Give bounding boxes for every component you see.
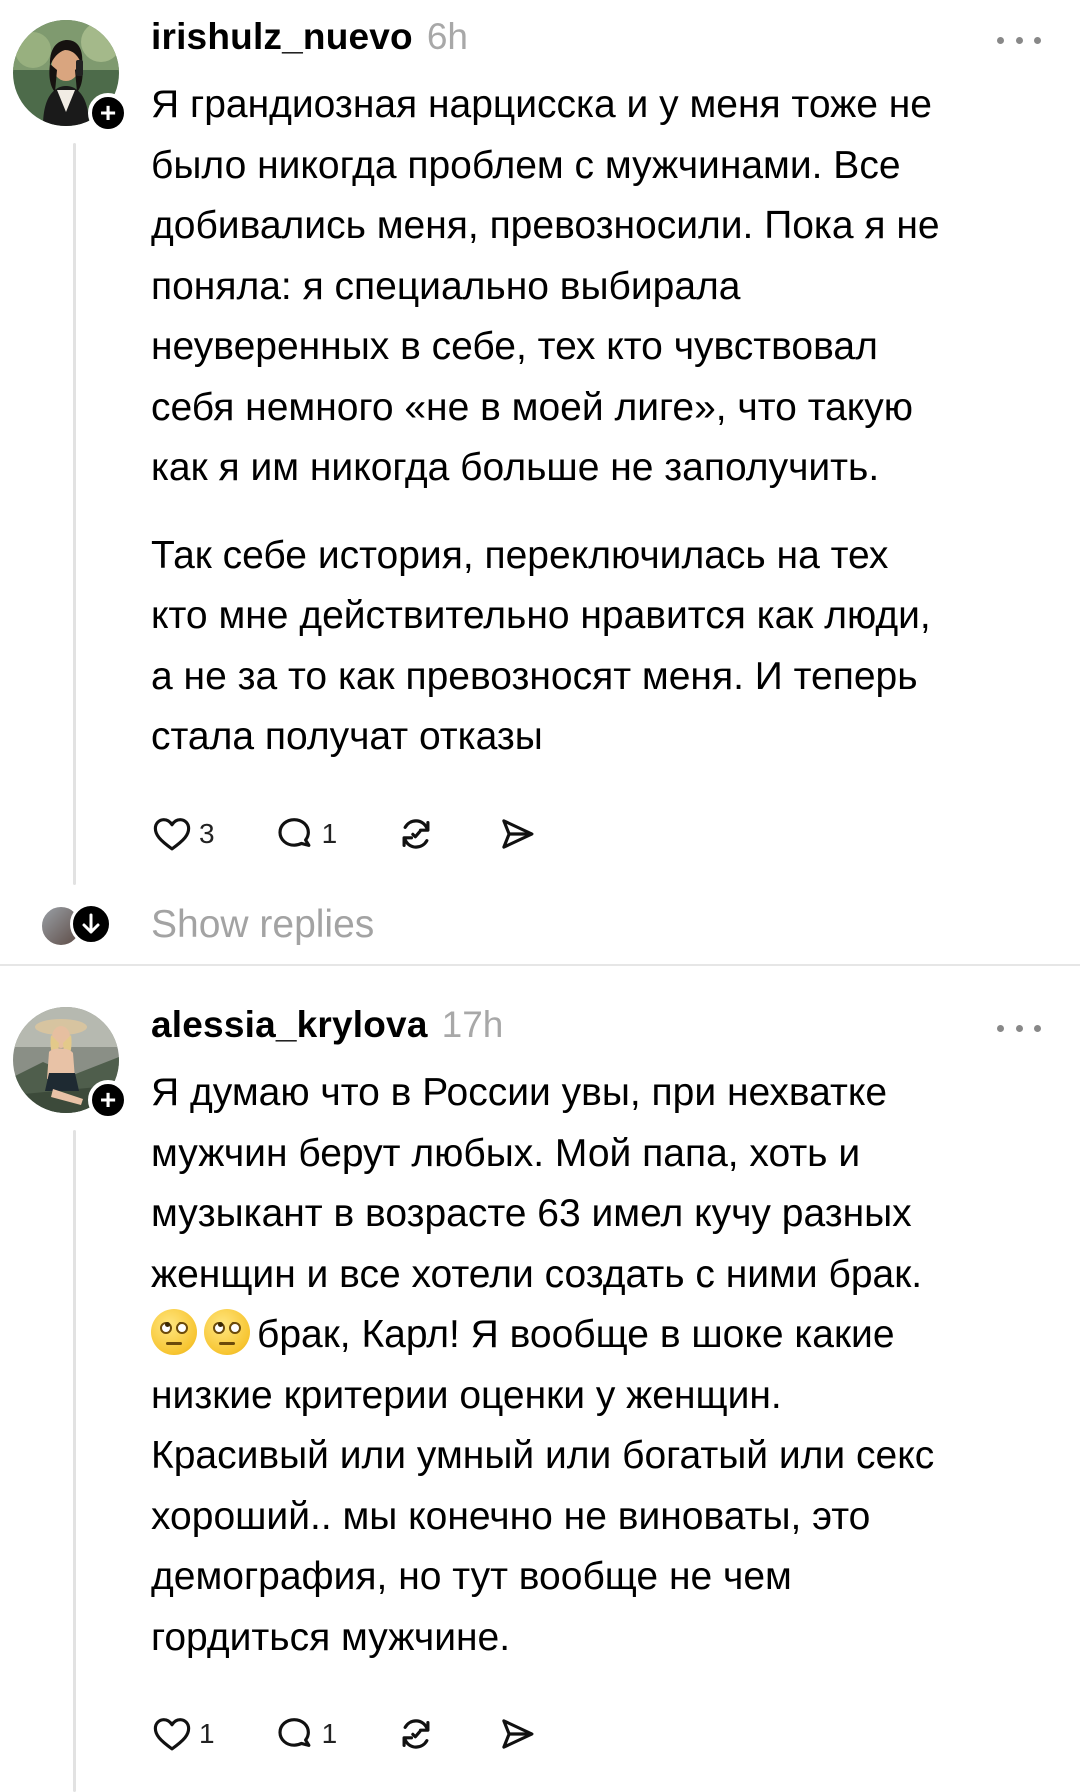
thread-line: [73, 143, 76, 885]
comment-post: + alessia_krylova 17h Я думаю что в Росс…: [0, 988, 1080, 1792]
comment-header: irishulz_nuevo 6h: [151, 16, 468, 66]
show-replies-label[interactable]: Show replies: [151, 897, 374, 953]
repost-icon: [402, 819, 430, 849]
repost-icon: [402, 1719, 430, 1749]
comment-text: Я думаю что в России увы, при нехватке м…: [151, 1063, 1056, 1668]
send-icon: [502, 1719, 534, 1749]
share-button[interactable]: [495, 813, 539, 855]
arrow-down-icon: [70, 903, 112, 945]
follow-plus-icon[interactable]: +: [88, 1080, 128, 1120]
face-with-rolling-eyes-icon: [204, 1309, 250, 1355]
repost-button[interactable]: [394, 813, 438, 855]
share-button[interactable]: [495, 1713, 539, 1755]
more-icon[interactable]: [997, 30, 1041, 50]
face-with-rolling-eyes-icon: [151, 1309, 197, 1355]
action-bar: 1 1: [151, 1710, 596, 1758]
comment-icon: [278, 818, 311, 847]
divider: [0, 964, 1080, 966]
username[interactable]: irishulz_nuevo: [151, 16, 413, 58]
more-icon[interactable]: [997, 1018, 1041, 1038]
comment-text-part: брак, Карл! Я вообще в шоке какие низкие…: [151, 1313, 935, 1659]
heart-icon: [153, 1718, 191, 1751]
reply-button[interactable]: 1: [272, 813, 338, 855]
comment-paragraph: Я думаю что в России увы, при нехватке м…: [151, 1063, 1056, 1668]
reply-button[interactable]: 1: [272, 1713, 338, 1755]
like-count: 3: [199, 818, 215, 849]
timestamp: 6h: [426, 16, 469, 57]
reply-count: 1: [321, 818, 338, 849]
action-bar: 3 1: [151, 810, 596, 858]
reply-count: 1: [321, 1718, 338, 1749]
like-count: 1: [199, 1718, 215, 1749]
like-button[interactable]: 1: [151, 1713, 215, 1755]
comment-text-part: Я думаю что в России увы, при нехватке м…: [151, 1071, 923, 1296]
repost-button[interactable]: [394, 1713, 438, 1755]
comment-header: alessia_krylova 17h: [151, 1004, 503, 1054]
comment-post: + irishulz_nuevo 6h Я грандиозная нарцис…: [0, 0, 1080, 960]
send-icon: [502, 819, 534, 849]
comment-paragraph: Так себе история, переключилась на тех к…: [151, 533, 931, 759]
show-replies-row[interactable]: Show replies: [0, 897, 1080, 953]
username[interactable]: alessia_krylova: [151, 1004, 428, 1046]
like-button[interactable]: 3: [151, 813, 215, 855]
heart-icon: [153, 818, 191, 851]
timestamp: 17h: [441, 1004, 504, 1045]
thread-line: [73, 1130, 76, 1792]
comment-icon: [278, 1718, 311, 1747]
comment-paragraph: Я грандиозная нарцисска и у меня тоже не…: [151, 83, 940, 489]
follow-plus-icon[interactable]: +: [88, 93, 128, 133]
reply-avatars: [40, 903, 112, 947]
comment-text: Я грандиозная нарцисска и у меня тоже не…: [151, 75, 1056, 768]
